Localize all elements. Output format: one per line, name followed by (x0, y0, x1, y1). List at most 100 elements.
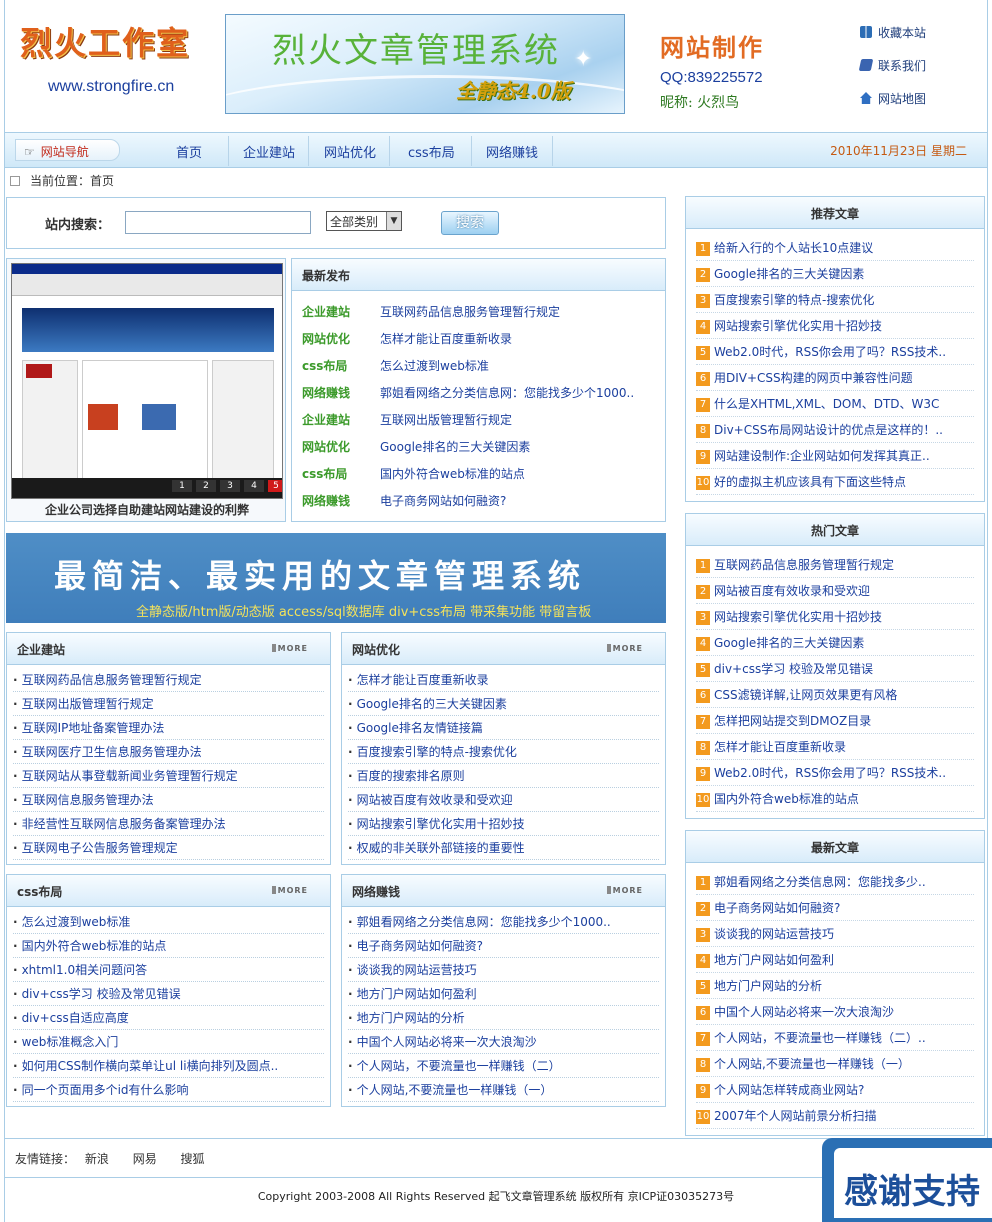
sitemap-link[interactable]: 网站地图 (860, 90, 926, 123)
list-item[interactable]: 互联网药品信息服务管理暂行规定 (13, 668, 324, 692)
list-item[interactable]: 同一个页面用多个id有什么影响 (13, 1078, 324, 1102)
more-link[interactable]: MORE (607, 886, 643, 895)
list-item[interactable]: 如何用CSS制作横向菜单让ul li横向排列及圆点.. (13, 1054, 324, 1078)
article-link[interactable]: 好的虚拟主机应该具有下面这些特点 (714, 475, 906, 489)
nav-enterprise[interactable]: 企业建站 (243, 142, 295, 161)
article-link[interactable]: 给新入行的个人站长10点建议 (714, 241, 873, 255)
list-item[interactable]: 互联网站从事登载新闻业务管理暂行规定 (13, 764, 324, 788)
slide-page[interactable]: 1 (172, 480, 192, 492)
list-item[interactable]: 互联网信息服务管理办法 (13, 788, 324, 812)
list-item[interactable]: div+css学习 校验及常见错误 (13, 982, 324, 1006)
list-item[interactable]: 2 Google排名的三大关键因素 (696, 261, 974, 287)
latest-item[interactable]: 网站优化 Google排名的三大关键因素 (302, 438, 530, 455)
article-link[interactable]: CSS滤镜详解,让网页效果更有风格 (714, 688, 897, 702)
list-item[interactable]: 地方门户网站的分析 (348, 1006, 659, 1030)
article-link[interactable]: 网站被百度有效收录和受欢迎 (714, 584, 870, 598)
article-link[interactable]: div+css学习 校验及常见错误 (714, 662, 873, 676)
list-item[interactable]: 5 地方门户网站的分析 (696, 973, 974, 999)
nav-home[interactable]: 首页 (176, 142, 202, 161)
list-item[interactable]: 3 百度搜索引擎的特点-搜索优化 (696, 287, 974, 313)
featured-caption[interactable]: 企业公司选择自助建站网站建设的利弊 (7, 501, 287, 518)
friend-link[interactable]: 网易 (133, 1152, 157, 1166)
list-item[interactable]: 6 CSS滤镜详解,让网页效果更有风格 (696, 682, 974, 708)
list-item[interactable]: 1 互联网药品信息服务管理暂行规定 (696, 552, 974, 578)
latest-link[interactable]: 怎样才能让百度重新收录 (380, 332, 512, 346)
article-link[interactable]: 互联网药品信息服务管理暂行规定 (714, 558, 894, 572)
article-link[interactable]: 个人网站，不要流量也一样赚钱（二）.. (714, 1031, 926, 1045)
list-item[interactable]: 网站被百度有效收录和受欢迎 (348, 788, 659, 812)
list-item[interactable]: 国内外符合web标准的站点 (13, 934, 324, 958)
list-item[interactable]: xhtml1.0相关问题问答 (13, 958, 324, 982)
article-link[interactable]: 个人网站怎样转成商业网站? (714, 1083, 864, 1097)
article-link[interactable]: 国内外符合web标准的站点 (714, 792, 859, 806)
article-link[interactable]: 谈谈我的网站运营技巧 (714, 927, 834, 941)
contact-link[interactable]: 联系我们 (858, 57, 926, 90)
latest-category[interactable]: css布局 (302, 357, 362, 374)
nav-css[interactable]: css布局 (408, 142, 455, 161)
latest-category[interactable]: 网络赚钱 (302, 384, 362, 401)
article-link[interactable]: 网站搜索引擎优化实用十招妙技 (714, 610, 882, 624)
list-item[interactable]: 6 用DIV+CSS构建的网页中兼容性问题 (696, 365, 974, 391)
latest-category[interactable]: 网站优化 (302, 330, 362, 347)
latest-item[interactable]: 网站优化 怎样才能让百度重新收录 (302, 330, 512, 347)
list-item[interactable]: 怎么过渡到web标准 (13, 910, 324, 934)
list-item[interactable]: div+css自适应高度 (13, 1006, 324, 1030)
latest-item[interactable]: 网络赚钱 电子商务网站如何融资? (302, 492, 506, 509)
latest-item[interactable]: css布局 怎么过渡到web标准 (302, 357, 489, 374)
list-item[interactable]: 8 个人网站,不要流量也一样赚钱（一） (696, 1051, 974, 1077)
list-item[interactable]: 5 div+css学习 校验及常见错误 (696, 656, 974, 682)
list-item[interactable]: 3 谈谈我的网站运营技巧 (696, 921, 974, 947)
article-link[interactable]: 网站建设制作:企业网站如何发挥其真正.. (714, 449, 930, 463)
list-item[interactable]: 10 2007年个人网站前景分析扫描 (696, 1103, 974, 1129)
list-item[interactable]: 8 Div+CSS布局网站设计的优点是这样的！.. (696, 417, 974, 443)
list-item[interactable]: 谈谈我的网站运营技巧 (348, 958, 659, 982)
article-link[interactable]: 地方门户网站的分析 (714, 979, 822, 993)
list-item[interactable]: 2 网站被百度有效收录和受欢迎 (696, 578, 974, 604)
article-link[interactable]: 2007年个人网站前景分析扫描 (714, 1109, 877, 1123)
latest-category[interactable]: 网络赚钱 (302, 492, 362, 509)
article-link[interactable]: 个人网站,不要流量也一样赚钱（一） (714, 1057, 910, 1071)
latest-category[interactable]: 网站优化 (302, 438, 362, 455)
list-item[interactable]: Google排名的三大关键因素 (348, 692, 659, 716)
list-item[interactable]: 网站搜索引擎优化实用十招妙技 (348, 812, 659, 836)
nav-seo[interactable]: 网站优化 (324, 142, 376, 161)
article-link[interactable]: 中国个人网站必将来一次大浪淘沙 (714, 1005, 894, 1019)
list-item[interactable]: 10 国内外符合web标准的站点 (696, 786, 974, 812)
nav-money[interactable]: 网络赚钱 (486, 142, 538, 161)
latest-item[interactable]: css布局 国内外符合web标准的站点 (302, 465, 525, 482)
list-item[interactable]: 怎样才能让百度重新收录 (348, 668, 659, 692)
search-button[interactable]: 搜索 (441, 211, 499, 235)
article-link[interactable]: 电子商务网站如何融资? (714, 901, 840, 915)
list-item[interactable]: 4 网站搜索引擎优化实用十招妙技 (696, 313, 974, 339)
category-select[interactable]: 全部类别 ▼ (326, 211, 402, 231)
latest-link[interactable]: 国内外符合web标准的站点 (380, 467, 525, 481)
list-item[interactable]: 4 地方门户网站如何盈利 (696, 947, 974, 973)
latest-item[interactable]: 企业建站 互联网出版管理暂行规定 (302, 411, 512, 428)
article-link[interactable]: 地方门户网站如何盈利 (714, 953, 834, 967)
list-item[interactable]: 6 中国个人网站必将来一次大浪淘沙 (696, 999, 974, 1025)
list-item[interactable]: 电子商务网站如何融资? (348, 934, 659, 958)
article-link[interactable]: 用DIV+CSS构建的网页中兼容性问题 (714, 371, 913, 385)
thanks-widget[interactable]: 感谢支持 (822, 1138, 992, 1222)
list-item[interactable]: 9 网站建设制作:企业网站如何发挥其真正.. (696, 443, 974, 469)
list-item[interactable]: 中国个人网站必将来一次大浪淘沙 (348, 1030, 659, 1054)
latest-link[interactable]: 互联网药品信息服务管理暂行规定 (380, 305, 560, 319)
list-item[interactable]: 3 网站搜索引擎优化实用十招妙技 (696, 604, 974, 630)
article-link[interactable]: 郭姐看网络之分类信息网：您能找多少.. (714, 875, 926, 889)
article-link[interactable]: 怎样把网站提交到DMOZ目录 (714, 714, 871, 728)
list-item[interactable]: 地方门户网站如何盈利 (348, 982, 659, 1006)
list-item[interactable]: 非经营性互联网信息服务备案管理办法 (13, 812, 324, 836)
list-item[interactable]: 互联网出版管理暂行规定 (13, 692, 324, 716)
latest-link[interactable]: 郭姐看网络之分类信息网：您能找多少个1000.. (380, 386, 634, 400)
list-item[interactable]: 百度的搜索排名原则 (348, 764, 659, 788)
list-item[interactable]: 10 好的虚拟主机应该具有下面这些特点 (696, 469, 974, 495)
list-item[interactable]: 9 Web2.0时代，RSS你会用了吗？RSS技术.. (696, 760, 974, 786)
list-item[interactable]: 7 个人网站，不要流量也一样赚钱（二）.. (696, 1025, 974, 1051)
latest-item[interactable]: 企业建站 互联网药品信息服务管理暂行规定 (302, 303, 560, 320)
list-item[interactable]: 互联网IP地址备案管理办法 (13, 716, 324, 740)
article-link[interactable]: 百度搜索引擎的特点-搜索优化 (714, 293, 874, 307)
list-item[interactable]: 个人网站,不要流量也一样赚钱（一） (348, 1078, 659, 1102)
article-link[interactable]: 网站搜索引擎优化实用十招妙技 (714, 319, 882, 333)
slide-page[interactable]: 3 (220, 480, 240, 492)
latest-category[interactable]: css布局 (302, 465, 362, 482)
